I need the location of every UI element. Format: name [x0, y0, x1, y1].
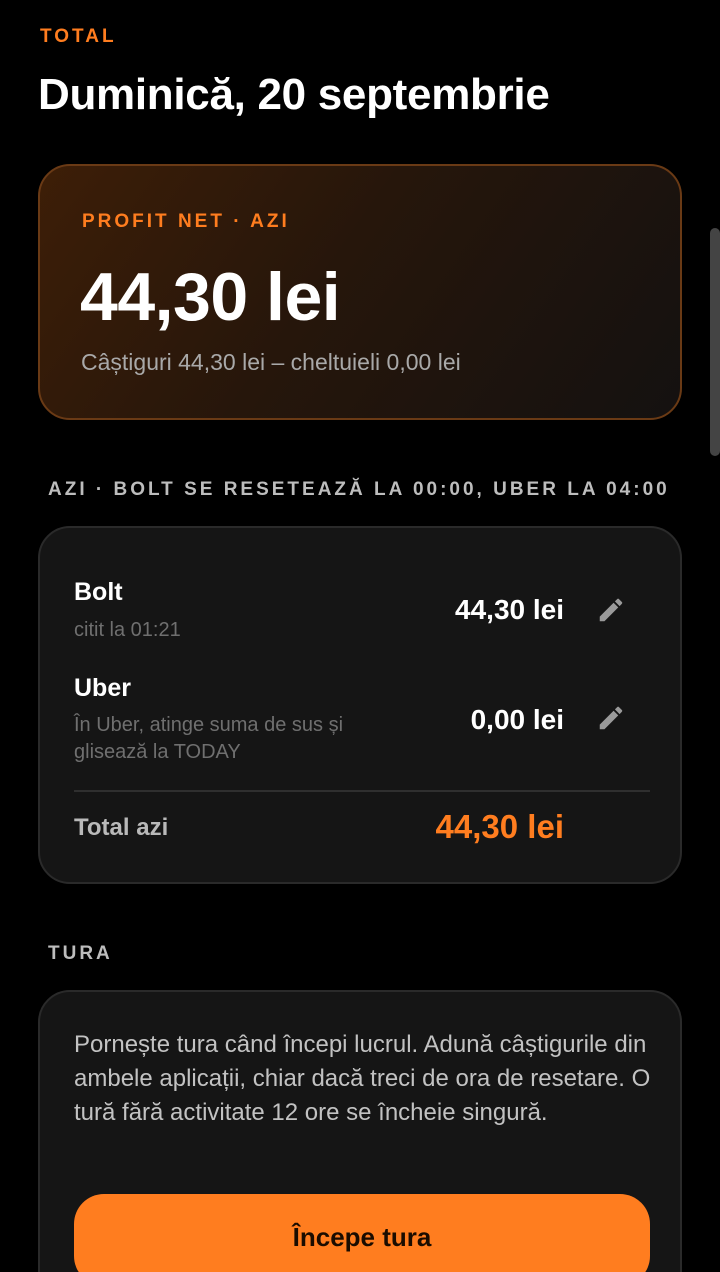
pencil-edit-icon: [599, 598, 623, 622]
platform-note-uber: În Uber, atinge suma de sus și glisează …: [74, 714, 344, 763]
net-profit-label: PROFIT NET · AZI: [82, 211, 290, 232]
shift-description: Pornește tura când începi lucrul. Adună …: [74, 1031, 651, 1126]
edit-bolt-button[interactable]: [594, 593, 628, 627]
earnings-expenses-breakdown: Câștiguri 44,30 lei – cheltuieli 0,00 le…: [81, 349, 461, 375]
edit-uber-button[interactable]: [594, 701, 628, 735]
platform-earnings-card: Bolt citit la 01:21 44,30 lei Uber În Ub…: [38, 526, 682, 884]
platform-name-uber: Uber: [74, 674, 131, 702]
screen: TOTAL Duminică, 20 septembrie PROFIT NET…: [0, 0, 720, 1272]
platform-name-bolt: Bolt: [74, 578, 123, 606]
page-title: Duminică, 20 septembrie: [38, 70, 550, 119]
pencil-edit-icon: [599, 706, 623, 730]
total-today-amount: 44,30 lei: [435, 808, 564, 845]
platform-amount-bolt: 44,30 lei: [455, 594, 564, 625]
platform-amount-uber: 0,00 lei: [470, 704, 564, 735]
divider: [74, 790, 650, 792]
today-section-label: AZI · BOLT SE RESETEAZĂ LA 00:00, UBER L…: [48, 479, 670, 500]
total-today-label: Total azi: [74, 814, 169, 841]
shift-card: Pornește tura când începi lucrul. Adună …: [38, 990, 682, 1272]
net-profit-amount: 44,30 lei: [80, 259, 341, 335]
page-overline: TOTAL: [40, 26, 117, 47]
start-shift-button[interactable]: Începe tura: [74, 1194, 650, 1272]
platform-note-bolt: citit la 01:21: [74, 619, 181, 641]
net-profit-card: PROFIT NET · AZI 44,30 lei Câștiguri 44,…: [38, 164, 682, 420]
scrollbar[interactable]: [710, 228, 720, 456]
shift-section-label: TURA: [48, 943, 113, 964]
